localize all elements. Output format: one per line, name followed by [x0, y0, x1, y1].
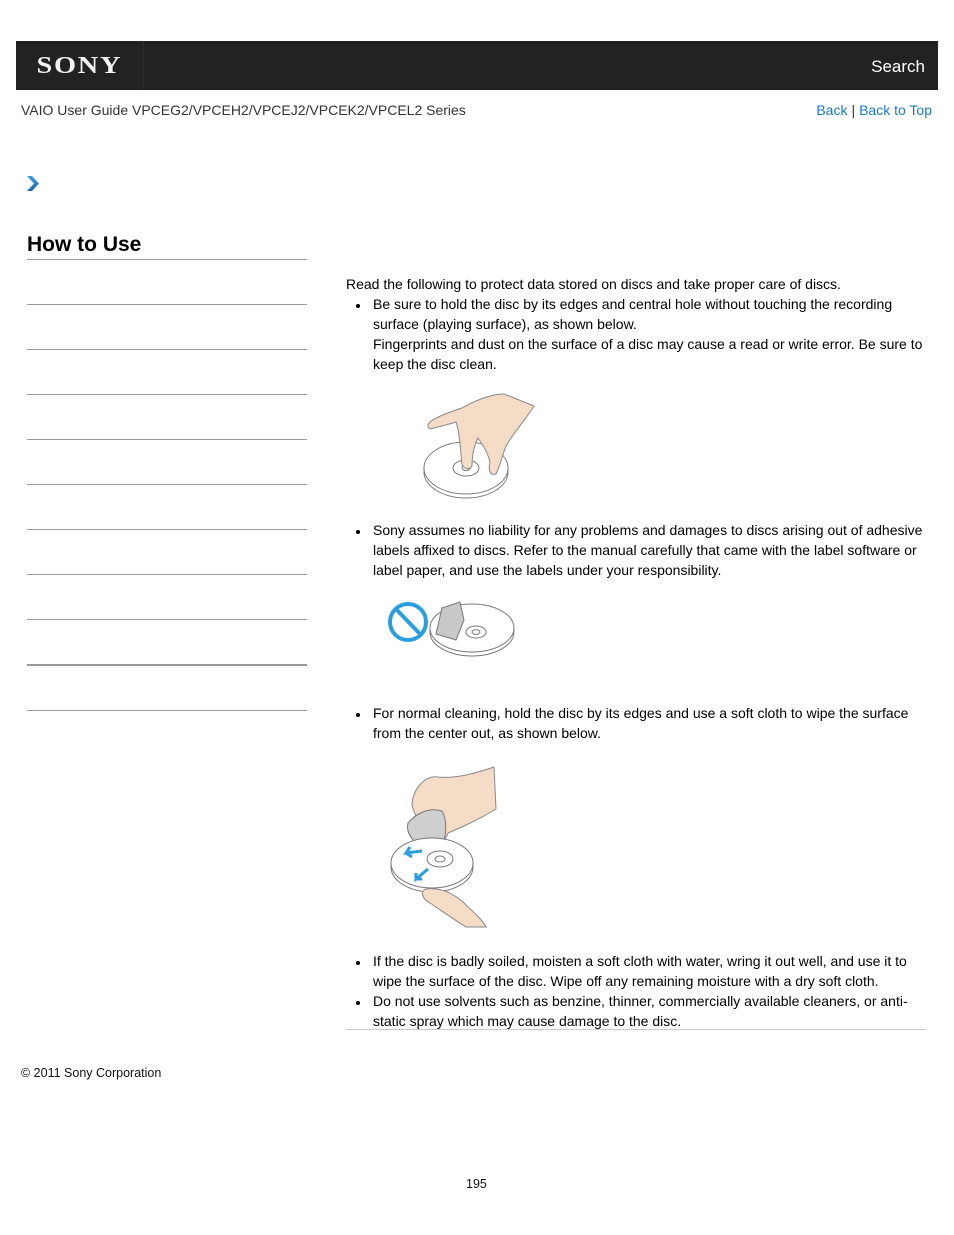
sidebar-item[interactable]	[27, 260, 307, 305]
care-list: Be sure to hold the disc by its edges an…	[346, 294, 926, 374]
content-divider	[346, 1029, 926, 1030]
intro-text: Read the following to protect data store…	[346, 276, 841, 292]
sony-logo[interactable]: SONY	[16, 41, 144, 90]
chevron-right-icon[interactable]	[26, 175, 40, 192]
header-bar: SONY Search	[16, 41, 938, 90]
no-adhesive-label-illustration	[388, 601, 515, 657]
copyright: © 2011 Sony Corporation	[21, 1066, 162, 1080]
sidebar-item[interactable]	[27, 485, 307, 530]
guide-title: VAIO User Guide VPCEG2/VPCEH2/VPCEJ2/VPC…	[21, 102, 466, 118]
sidebar-item[interactable]	[27, 575, 307, 620]
care-list: If the disc is badly soiled, moisten a s…	[346, 951, 926, 1031]
sidebar-item[interactable]	[27, 620, 307, 666]
disc-hole	[434, 855, 446, 863]
list-item: Be sure to hold the disc by its edges an…	[346, 294, 926, 374]
sidebar-item[interactable]	[27, 440, 307, 485]
list-item: If the disc is badly soiled, moisten a s…	[346, 951, 926, 991]
search-link[interactable]: Search	[871, 57, 925, 77]
list-item: Sony assumes no liability for any proble…	[346, 520, 926, 580]
list-item: Do not use solvents such as benzine, thi…	[346, 991, 926, 1031]
hand-holding-disc-illustration	[423, 393, 535, 499]
care-list: For normal cleaning, hold the disc by it…	[346, 703, 926, 743]
sidebar-item[interactable]	[27, 305, 307, 350]
bullet-text: Sony assumes no liability for any proble…	[373, 522, 923, 578]
top-nav-links: Back | Back to Top	[816, 102, 932, 118]
sidebar: How to Use	[27, 228, 307, 711]
bullet-text: Do not use solvents such as benzine, thi…	[373, 993, 908, 1029]
back-to-top-link[interactable]: Back to Top	[859, 102, 932, 118]
sidebar-item[interactable]	[27, 530, 307, 575]
wiping-disc-illustration	[390, 766, 497, 928]
care-list: Sony assumes no liability for any proble…	[346, 520, 926, 580]
sidebar-title: How to Use	[27, 228, 307, 260]
bullet-text: If the disc is badly soiled, moisten a s…	[373, 953, 907, 989]
bullet-text: For normal cleaning, hold the disc by it…	[373, 705, 909, 741]
bullet-text: Be sure to hold the disc by its edges an…	[373, 296, 893, 332]
sidebar-item[interactable]	[27, 350, 307, 395]
link-separator: |	[851, 102, 856, 118]
list-item: For normal cleaning, hold the disc by it…	[346, 703, 926, 743]
bullet-note: Fingerprints and dust on the surface of …	[373, 336, 923, 372]
sony-logo-text: SONY	[36, 52, 123, 79]
sidebar-item[interactable]	[27, 666, 307, 711]
disc-hole	[471, 629, 481, 635]
sidebar-item[interactable]	[27, 395, 307, 440]
page-number: 195	[466, 1177, 487, 1191]
main-content: Read the following to protect data store…	[346, 274, 926, 1031]
back-link[interactable]: Back	[816, 102, 847, 118]
lower-hand	[422, 888, 487, 928]
